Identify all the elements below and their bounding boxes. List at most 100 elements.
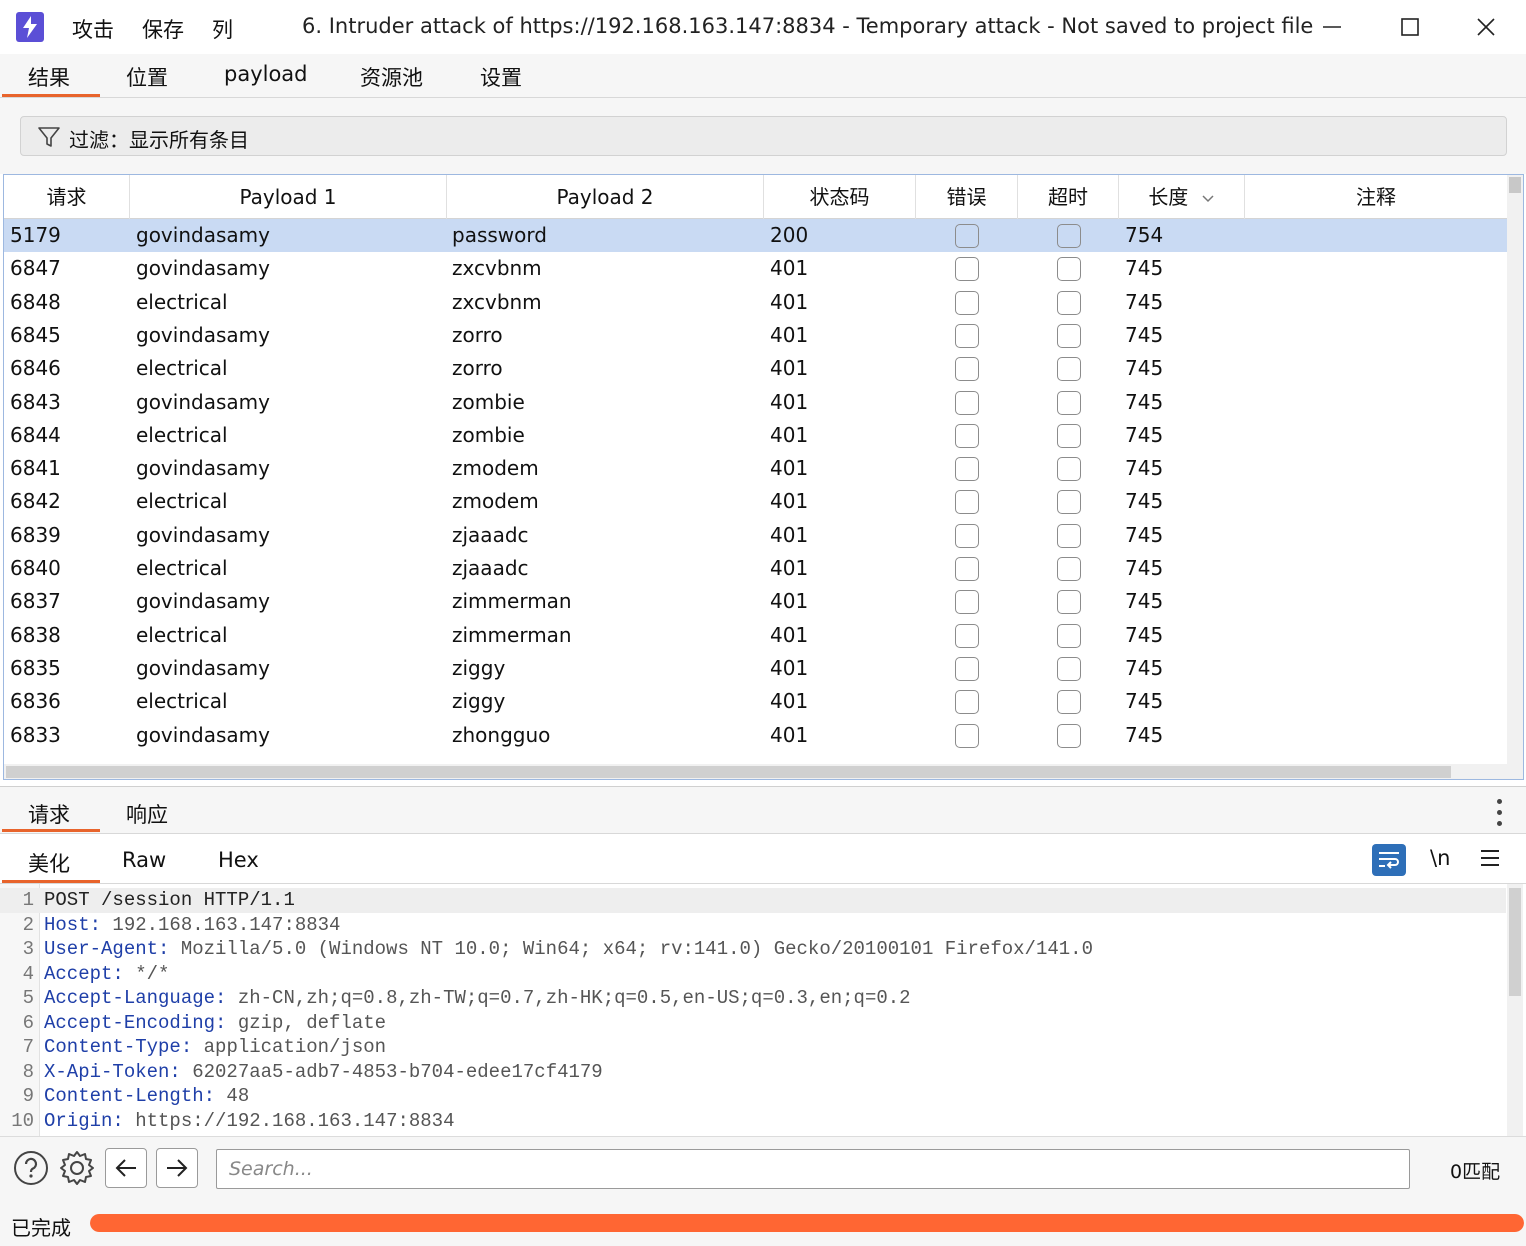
tab-results[interactable]: 结果 (28, 62, 70, 92)
table-row[interactable]: 6846 electrical zorro 401 745 (4, 352, 1507, 385)
table-row[interactable]: 6843 govindasamy zombie 401 745 (4, 386, 1507, 419)
tab-raw[interactable]: Raw (122, 848, 166, 872)
cell-request: 6842 (10, 489, 61, 514)
column-header-comment[interactable]: 注释 (1245, 175, 1507, 219)
word-wrap-button[interactable] (1372, 844, 1406, 876)
cell-payload1: govindasamy (136, 722, 270, 747)
header-value: gzip, deflate (226, 1011, 387, 1034)
cell-request: 5179 (10, 223, 61, 247)
timeout-checkbox (1057, 656, 1081, 681)
tab-request[interactable]: 请求 (28, 799, 70, 829)
cell-payload1: govindasamy (136, 655, 270, 680)
table-row[interactable]: 6838 electrical zimmerman 401 745 (4, 619, 1507, 652)
table-body: 5179 govindasamy password 200 754 6847 govinda… (4, 219, 1507, 764)
table-row[interactable]: 6836 electrical ziggy 401 745 (4, 685, 1507, 718)
error-checkbox (955, 723, 979, 748)
table-vertical-scroll-thumb[interactable] (1509, 177, 1521, 193)
active-tab-indicator (2, 94, 100, 97)
cell-payload1: govindasamy (136, 322, 270, 347)
error-checkbox (955, 557, 979, 581)
table-horizontal-scroll-thumb[interactable] (6, 766, 1451, 778)
cell-payload1: electrical (136, 622, 228, 647)
editor-line: 9 Content-Length: 48 (0, 1084, 1506, 1109)
column-header-timeout[interactable]: 超时 (1018, 175, 1119, 219)
error-checkbox (955, 323, 979, 348)
table-row[interactable]: 6835 govindasamy ziggy 401 745 (4, 652, 1507, 685)
tab-response[interactable]: 响应 (126, 799, 168, 829)
help-icon[interactable] (12, 1149, 50, 1187)
table-row[interactable]: 6844 electrical zombie 401 745 (4, 419, 1507, 452)
arrow-left-icon (115, 1159, 136, 1177)
cell-status: 401 (770, 456, 809, 481)
table-row[interactable]: 6848 electrical zxcvbnm 401 745 (4, 286, 1507, 319)
maximize-button[interactable] (1380, 8, 1440, 46)
minimize-button[interactable] (1302, 8, 1362, 46)
settings-gear-icon[interactable] (58, 1149, 96, 1187)
table-row[interactable]: 6840 electrical zjaaadc 401 745 (4, 552, 1507, 585)
cell-status: 401 (770, 589, 809, 614)
error-checkbox (955, 523, 979, 548)
tab-pretty[interactable]: 美化 (28, 848, 70, 878)
cell-payload1: govindasamy (136, 522, 270, 547)
table-row[interactable]: 6842 electrical zmodem 401 745 (4, 485, 1507, 518)
filter-bar[interactable]: 过滤：显示所有条目 (20, 116, 1507, 156)
cell-length: 745 (1125, 289, 1164, 314)
menu-attack[interactable]: 攻击 (72, 14, 114, 44)
column-header-payload1[interactable]: Payload 1 (130, 175, 447, 219)
cell-length: 745 (1125, 256, 1164, 281)
cell-request: 6841 (10, 456, 61, 481)
cell-status: 401 (770, 356, 809, 381)
tab-payloads[interactable]: payload (224, 62, 308, 86)
match-count: 0匹配 (1450, 1161, 1501, 1183)
header-name: Accept: (44, 962, 124, 985)
table-row[interactable]: 6845 govindasamy zorro 401 745 (4, 319, 1507, 352)
table-row[interactable]: 6841 govindasamy zmodem 401 745 (4, 452, 1507, 485)
search-input[interactable] (216, 1149, 1410, 1189)
close-button[interactable] (1456, 8, 1516, 46)
error-checkbox (955, 623, 979, 648)
minimize-icon (1323, 26, 1341, 28)
previous-match-button[interactable] (105, 1148, 147, 1188)
column-header-request[interactable]: 请求 (4, 175, 130, 219)
column-header-status[interactable]: 状态码 (764, 175, 916, 219)
tab-resource-pool[interactable]: 资源池 (360, 62, 423, 92)
column-header-length[interactable]: 长度 (1119, 175, 1245, 219)
cell-length: 754 (1125, 223, 1164, 247)
table-row[interactable]: 6839 govindasamy zjaaadc 401 745 (4, 519, 1507, 552)
header-line: Origin: https://192.168.163.147:8834 (44, 1109, 454, 1134)
column-header-error[interactable]: 错误 (916, 175, 1018, 219)
more-options-icon[interactable] (1496, 799, 1504, 827)
tab-positions[interactable]: 位置 (126, 62, 168, 92)
request-editor[interactable]: 1 POST /session HTTP/1.1 2 Host: 192.168.16… (0, 884, 1526, 1136)
editor-scrollbar[interactable] (1507, 884, 1523, 1136)
line-number: 1 (22, 889, 34, 911)
table-row[interactable]: 6837 govindasamy zimmerman 401 745 (4, 585, 1507, 618)
show-newlines-button[interactable]: \n (1430, 846, 1450, 870)
table-vertical-scrollbar[interactable] (1507, 175, 1523, 779)
cell-status: 200 (770, 223, 809, 247)
menu-columns[interactable]: 列 (212, 14, 233, 44)
timeout-checkbox (1057, 423, 1081, 448)
cell-status: 401 (770, 289, 809, 314)
editor-scroll-thumb[interactable] (1509, 888, 1521, 996)
header-name: Accept-Language: (44, 987, 227, 1009)
next-match-button[interactable] (156, 1148, 198, 1188)
header-value: zh-CN,zh;q=0.8,zh-TW;q=0.7,zh-HK;q=0.5,e… (226, 987, 911, 1009)
header-line: User-Agent: Mozilla/5.0 (Windows NT 10.0… (44, 937, 1093, 962)
sort-descending-icon (1202, 194, 1214, 202)
table-row[interactable]: 6833 govindasamy zhongguo 401 745 (4, 719, 1507, 752)
cell-payload1: govindasamy (136, 456, 270, 481)
table-row[interactable]: 5179 govindasamy password 200 754 (4, 219, 1507, 253)
cell-payload2: zjaaadc (452, 556, 529, 580)
table-row[interactable]: 6847 govindasamy zxcvbnm 401 745 (4, 252, 1507, 285)
editor-line: 8 X-Api-Token: 62027aa5-adb7-4853-b704-ed… (0, 1060, 1506, 1085)
timeout-checkbox (1057, 457, 1081, 482)
column-header-payload2[interactable]: Payload 2 (447, 175, 764, 219)
hamburger-menu-icon[interactable] (1480, 848, 1500, 868)
cell-status: 401 (770, 522, 809, 547)
tab-settings[interactable]: 设置 (480, 62, 522, 92)
header-line: Accept-Encoding: gzip, deflate (44, 1011, 386, 1036)
menu-save[interactable]: 保存 (142, 14, 184, 44)
table-horizontal-scrollbar[interactable] (4, 764, 1507, 779)
tab-hex[interactable]: Hex (218, 848, 259, 872)
